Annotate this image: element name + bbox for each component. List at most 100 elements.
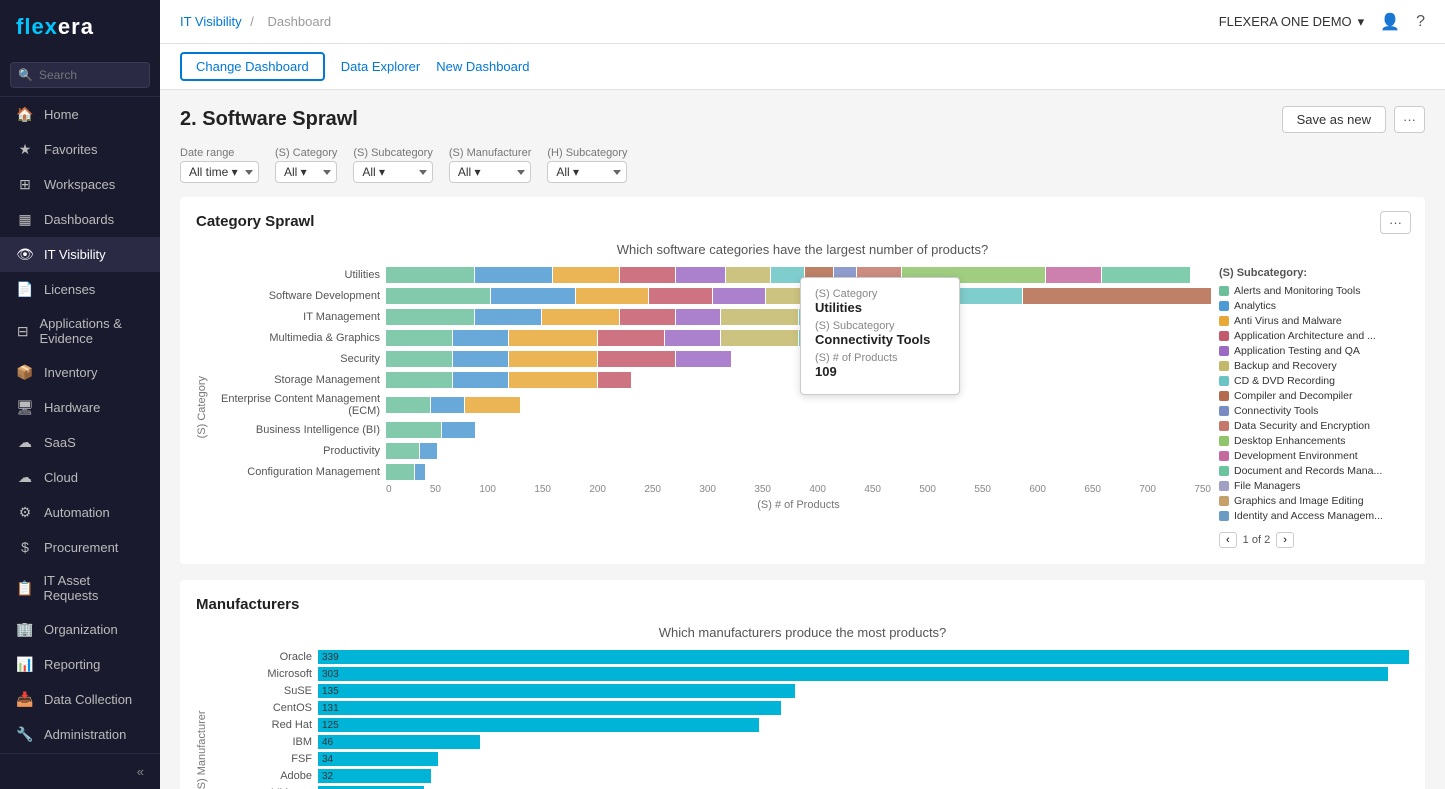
manufacturer-bar-value: 131: [322, 703, 339, 714]
nav-icon-cloud: ☁: [16, 469, 34, 486]
category-bar-segment: [509, 351, 597, 367]
sidebar-collapse-button[interactable]: «: [0, 753, 160, 789]
manufacturer-bar-row[interactable]: IBM46: [212, 735, 1409, 749]
breadcrumb-parent[interactable]: IT Visibility: [180, 14, 242, 29]
category-bar-label: Enterprise Content Management (ECM): [220, 393, 380, 417]
nav-icon-applications: ⊟: [16, 323, 29, 340]
x-tick: 200: [589, 484, 606, 495]
x-tick: 400: [809, 484, 826, 495]
manufacturer-bar-label: IBM: [212, 736, 312, 748]
sidebar-item-home[interactable]: 🏠Home: [0, 97, 160, 132]
sidebar-item-organization[interactable]: 🏢Organization: [0, 612, 160, 647]
category-y-axis-label: (S) Category: [196, 376, 208, 438]
manufacturer-bar-row[interactable]: SuSE135: [212, 684, 1409, 698]
nav-label-it-asset: IT Asset Requests: [43, 573, 144, 603]
category-bar-row[interactable]: Security: [220, 351, 1211, 367]
nav-icon-saas: ☁: [16, 434, 34, 451]
sidebar-item-it-asset[interactable]: 📋IT Asset Requests: [0, 564, 160, 612]
category-bar-row[interactable]: Business Intelligence (BI): [220, 422, 1211, 438]
tooltip-products-label: (S) # of Products: [815, 352, 945, 364]
sidebar-item-cloud[interactable]: ☁Cloud: [0, 460, 160, 495]
category-bar-segment: [620, 267, 675, 283]
nav-label-reporting: Reporting: [44, 657, 100, 672]
user-icon[interactable]: 👤: [1380, 12, 1400, 32]
sidebar-item-hardware[interactable]: 🖥Hardware: [0, 390, 160, 425]
filter-select-1[interactable]: All ▾: [275, 161, 337, 183]
legend-prev-button[interactable]: ‹: [1219, 532, 1237, 548]
nav-icon-procurement: $: [16, 539, 34, 555]
category-sprawl-section: Category Sprawl ··· Which software categ…: [180, 197, 1425, 564]
filter-select-2[interactable]: All ▾: [353, 161, 432, 183]
category-bar-segment: [665, 330, 720, 346]
manufacturer-bar-value: 125: [322, 720, 339, 731]
manufacturers-bar-chart: Oracle339 Microsoft303 SuSE135 CentOS131 Red…: [212, 650, 1409, 789]
sidebar-item-automation[interactable]: ⚙Automation: [0, 495, 160, 530]
manufacturer-bar-row[interactable]: Red Hat125: [212, 718, 1409, 732]
legend-item: Connectivity Tools: [1219, 405, 1409, 417]
category-bar-row[interactable]: Enterprise Content Management (ECM): [220, 393, 1211, 417]
legend-item: Identity and Access Managem...: [1219, 510, 1409, 522]
legend-next-button[interactable]: ›: [1276, 532, 1294, 548]
sidebar-item-inventory[interactable]: 📦Inventory: [0, 355, 160, 390]
legend-item: Development Environment: [1219, 450, 1409, 462]
sidebar-item-workspaces[interactable]: ⊞Workspaces: [0, 167, 160, 202]
sidebar-item-applications[interactable]: ⊟Applications & Evidence: [0, 307, 160, 355]
content-area: 2. Software Sprawl Save as new ··· Date …: [160, 90, 1445, 789]
topbar-right: FLEXERA ONE DEMO ▾ 👤 ?: [1219, 12, 1425, 32]
category-bar-row[interactable]: Multimedia & Graphics: [220, 330, 1211, 346]
sidebar-item-dashboards[interactable]: ▦Dashboards: [0, 202, 160, 237]
sidebar-item-favorites[interactable]: ★Favorites: [0, 132, 160, 167]
category-bar-segment: [415, 464, 426, 480]
x-tick: 100: [479, 484, 496, 495]
change-dashboard-button[interactable]: Change Dashboard: [180, 52, 325, 81]
sidebar-item-it-visibility[interactable]: 👁IT Visibility: [0, 237, 160, 272]
save-as-new-button[interactable]: Save as new: [1282, 106, 1386, 133]
legend-item: Graphics and Image Editing: [1219, 495, 1409, 507]
manufacturers-section: Manufacturers Which manufacturers produc…: [180, 580, 1425, 789]
manufacturer-bar-row[interactable]: FSF34: [212, 752, 1409, 766]
manufacturer-bar: 339: [318, 650, 1409, 664]
category-bar-segment: [576, 288, 649, 304]
sidebar-item-saas[interactable]: ☁SaaS: [0, 425, 160, 460]
category-bar-segment: [726, 267, 770, 283]
legend-color-2: [1219, 316, 1229, 326]
filter-select-4[interactable]: All ▾: [547, 161, 627, 183]
manufacturer-bar-row[interactable]: Microsoft303: [212, 667, 1409, 681]
help-icon[interactable]: ?: [1416, 13, 1425, 31]
sidebar-item-reporting[interactable]: 📊Reporting: [0, 647, 160, 682]
filter-group-1: (S) Category All ▾: [275, 147, 337, 183]
manufacturer-bar-row[interactable]: Adobe32: [212, 769, 1409, 783]
legend-item: Application Testing and QA: [1219, 345, 1409, 357]
category-bar-row[interactable]: Storage Management: [220, 372, 1211, 388]
nav-icon-organization: 🏢: [16, 621, 34, 638]
manufacturer-bar-row[interactable]: CentOS131: [212, 701, 1409, 715]
more-options-button[interactable]: ···: [1394, 106, 1425, 133]
nav-icon-licenses: 📄: [16, 281, 34, 298]
sidebar-item-data-collection[interactable]: 📥Data Collection: [0, 682, 160, 717]
category-bar-segment: [676, 309, 720, 325]
data-explorer-link[interactable]: Data Explorer: [341, 54, 420, 79]
category-bar-segment: [420, 443, 437, 459]
category-bar-row[interactable]: Productivity: [220, 443, 1211, 459]
topbar: IT Visibility / Dashboard FLEXERA ONE DE…: [160, 0, 1445, 44]
filter-group-2: (S) Subcategory All ▾: [353, 147, 432, 183]
category-bar-segment: [475, 267, 552, 283]
manufacturer-bar-value: 32: [322, 771, 333, 782]
x-tick: 500: [919, 484, 936, 495]
manufacturer-bar: 32: [318, 769, 431, 783]
category-sprawl-more-button[interactable]: ···: [1380, 211, 1411, 234]
filter-label-4: (H) Subcategory: [547, 147, 627, 159]
sidebar-item-procurement[interactable]: $Procurement: [0, 530, 160, 564]
category-bar-row[interactable]: IT Management: [220, 309, 1211, 325]
sidebar-item-administration[interactable]: 🔧Administration: [0, 717, 160, 752]
filter-select-3[interactable]: All ▾: [449, 161, 532, 183]
sidebar-item-licenses[interactable]: 📄Licenses: [0, 272, 160, 307]
account-selector[interactable]: FLEXERA ONE DEMO ▾: [1219, 14, 1364, 30]
manufacturer-bar-row[interactable]: Oracle339: [212, 650, 1409, 664]
category-bar-row[interactable]: Configuration Management: [220, 464, 1211, 480]
filter-select-0[interactable]: All time ▾: [180, 161, 259, 183]
category-bar-row[interactable]: Utilities: [220, 267, 1211, 283]
category-bar-row[interactable]: Software Development: [220, 288, 1211, 304]
new-dashboard-link[interactable]: New Dashboard: [436, 54, 529, 79]
category-bar-segment: [598, 330, 664, 346]
